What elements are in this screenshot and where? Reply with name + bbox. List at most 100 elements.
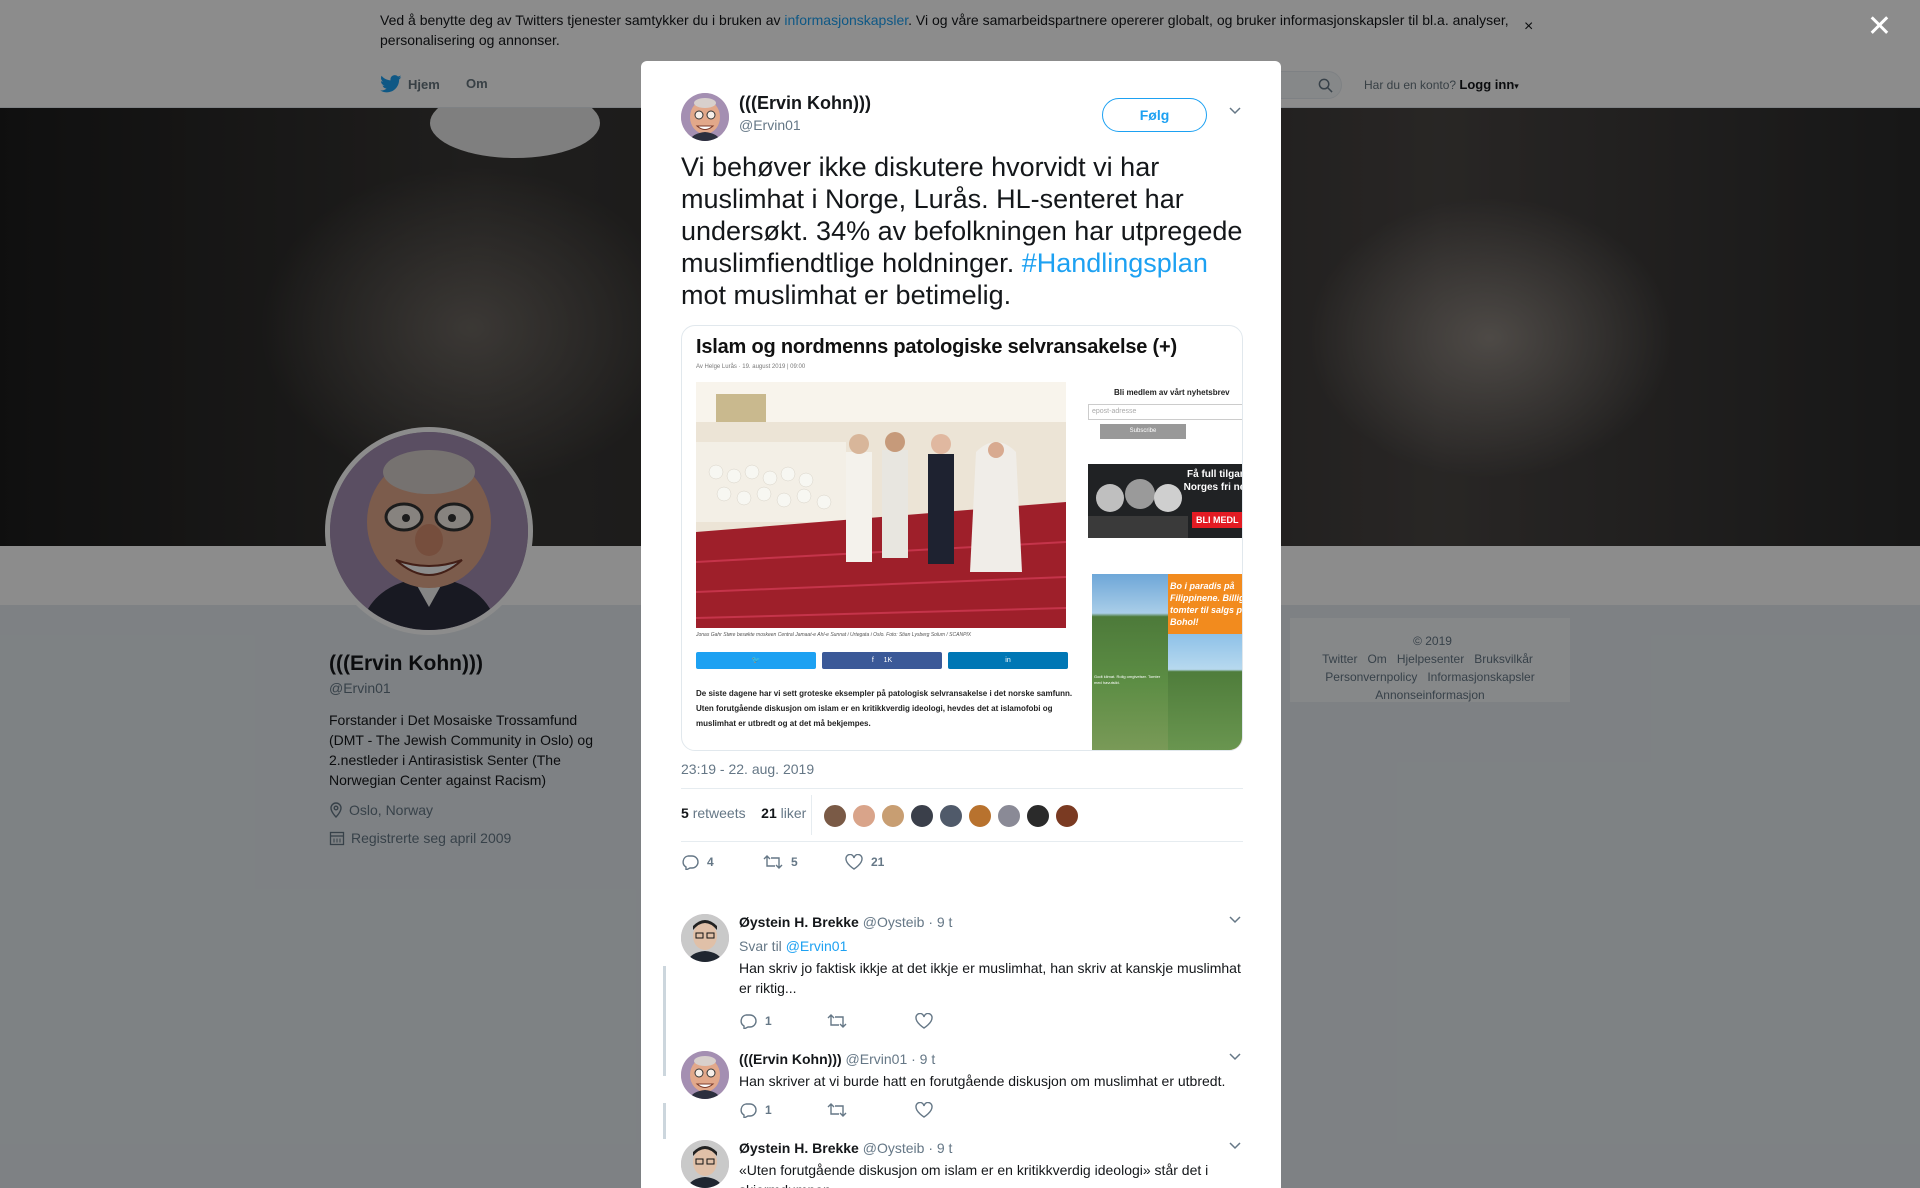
avatar-image bbox=[681, 1051, 729, 1099]
reply-avatar[interactable] bbox=[681, 914, 729, 962]
reply-time[interactable]: · 9 t bbox=[928, 1140, 952, 1156]
linkedin-icon: in bbox=[1005, 657, 1011, 664]
reply-icon bbox=[682, 855, 699, 870]
chevron-down-icon[interactable] bbox=[1229, 1142, 1241, 1150]
liker-avatar[interactable] bbox=[997, 804, 1021, 828]
reply-actions: 1 bbox=[739, 1102, 1003, 1118]
liker-avatar[interactable] bbox=[852, 804, 876, 828]
reply-button[interactable]: 1 bbox=[739, 1102, 827, 1118]
tweet-actions: 4 5 21 bbox=[681, 854, 927, 870]
facebook-icon: f bbox=[871, 657, 874, 664]
card-advert-text: Få full tilgang Norges fri nett bbox=[1183, 469, 1242, 493]
mosque-photo bbox=[696, 382, 1066, 628]
advert-landscape-photo-2 bbox=[1168, 634, 1242, 750]
divider bbox=[811, 795, 812, 835]
follow-button[interactable]: Følg bbox=[1102, 98, 1207, 132]
like-count: 21 bbox=[871, 855, 885, 869]
liker-avatar[interactable] bbox=[1055, 804, 1079, 828]
facebook-share-count: 1K bbox=[883, 657, 893, 664]
retweet-stat-count[interactable]: 5 bbox=[681, 805, 689, 821]
thread-line bbox=[663, 966, 666, 1076]
heart-icon bbox=[845, 854, 863, 870]
liker-avatar[interactable] bbox=[939, 804, 963, 828]
reply-tweet[interactable]: Øystein H. Brekke @Oysteib · 9 t Svar ti… bbox=[681, 914, 1251, 1044]
liker-avatar[interactable] bbox=[823, 804, 847, 828]
avatar-image bbox=[681, 914, 729, 962]
reply-header: (((Ervin Kohn))) @Ervin01 · 9 t bbox=[739, 1051, 935, 1067]
retweet-button[interactable]: 5 bbox=[763, 854, 845, 870]
reply-author-handle[interactable]: @Ervin01 bbox=[846, 1051, 908, 1067]
tweet-timestamp[interactable]: 23:19 - 22. aug. 2019 bbox=[681, 761, 814, 777]
reply-count: 1 bbox=[765, 1103, 772, 1117]
card-photo-caption: Jonas Gahr Støre besøkte moskeen Central… bbox=[696, 632, 972, 638]
divider bbox=[681, 788, 1243, 789]
reply-button[interactable]: 1 bbox=[739, 1013, 827, 1029]
reply-text: Han skriver at vi burde hatt en forutgåe… bbox=[739, 1073, 1226, 1089]
tweet-author-handle[interactable]: @Ervin01 bbox=[739, 117, 801, 133]
avatar-image bbox=[681, 1140, 729, 1188]
tweet-text-end: mot muslimhat er betimelig. bbox=[681, 280, 1012, 310]
reply-time[interactable]: · 9 t bbox=[928, 914, 952, 930]
reply-author-handle[interactable]: @Oysteib bbox=[863, 914, 925, 930]
retweet-button[interactable] bbox=[827, 1102, 915, 1118]
card-advert-philippines: Bo i paradis på Filippinene. Billige tom… bbox=[1092, 574, 1243, 750]
card-advert-text-2: Bo i paradis på Filippinene. Billige tom… bbox=[1170, 581, 1243, 627]
hashtag-link[interactable]: #Handlingsplan bbox=[1022, 248, 1208, 278]
chevron-down-icon[interactable] bbox=[1229, 916, 1241, 924]
tweet-author-avatar[interactable] bbox=[681, 93, 729, 141]
heart-icon bbox=[915, 1102, 933, 1118]
retweet-icon bbox=[763, 855, 783, 869]
like-button[interactable]: 21 bbox=[845, 854, 927, 870]
chevron-down-icon[interactable] bbox=[1229, 1053, 1241, 1061]
card-photo bbox=[696, 382, 1066, 628]
divider bbox=[681, 841, 1243, 842]
heart-icon bbox=[915, 1013, 933, 1029]
retweet-stat-label[interactable]: retweets bbox=[693, 805, 746, 821]
advert-landscape-photo bbox=[1092, 574, 1168, 750]
close-icon[interactable]: ✕ bbox=[1867, 12, 1892, 42]
like-button[interactable] bbox=[915, 1102, 1003, 1118]
reply-count: 1 bbox=[765, 1014, 772, 1028]
reply-avatar[interactable] bbox=[681, 1140, 729, 1188]
tweet-author-name[interactable]: (((Ervin Kohn))) bbox=[739, 93, 871, 114]
card-share-twitter-button: 🐦 bbox=[696, 652, 816, 669]
reply-to-handle[interactable]: @Ervin01 bbox=[786, 938, 848, 954]
like-stat-label[interactable]: liker bbox=[781, 805, 807, 821]
reply-tweet[interactable]: Øystein H. Brekke @Oysteib · 9 t «Uten f… bbox=[681, 1140, 1251, 1188]
twitter-icon: 🐦 bbox=[751, 657, 761, 664]
reply-author-name[interactable]: Øystein H. Brekke bbox=[739, 1140, 859, 1156]
reply-to-label: Svar til bbox=[739, 938, 782, 954]
liker-avatar[interactable] bbox=[968, 804, 992, 828]
retweet-button[interactable] bbox=[827, 1013, 915, 1029]
reply-icon bbox=[740, 1103, 757, 1118]
like-stat-count[interactable]: 21 bbox=[761, 805, 777, 821]
reply-icon bbox=[740, 1014, 757, 1029]
liker-avatar[interactable] bbox=[881, 804, 905, 828]
reply-author-handle[interactable]: @Oysteib bbox=[863, 1140, 925, 1156]
card-email-field: epost-adresse bbox=[1088, 404, 1242, 420]
like-button[interactable] bbox=[915, 1013, 1003, 1029]
reply-time[interactable]: · 9 t bbox=[911, 1051, 935, 1067]
reply-button[interactable]: 4 bbox=[681, 854, 763, 870]
card-share-linkedin-button: in bbox=[948, 652, 1068, 669]
reply-tweet[interactable]: (((Ervin Kohn))) @Ervin01 · 9 t Han skri… bbox=[681, 1051, 1251, 1131]
card-advert-fineprint: Godt klimat. Rolig omgivelser. Tomter me… bbox=[1094, 674, 1161, 685]
retweet-icon bbox=[827, 1014, 847, 1028]
card-headline: Islam og nordmenns patologiske selvransa… bbox=[696, 336, 1177, 358]
reply-author-name[interactable]: Øystein H. Brekke bbox=[739, 914, 859, 930]
tweet-media-image[interactable]: Islam og nordmenns patologiske selvransa… bbox=[681, 325, 1243, 751]
reply-author-name[interactable]: (((Ervin Kohn))) bbox=[739, 1051, 842, 1067]
reply-actions: 1 bbox=[739, 1013, 1003, 1029]
chevron-down-icon[interactable] bbox=[1229, 107, 1241, 115]
liker-avatar[interactable] bbox=[910, 804, 934, 828]
avatar-image bbox=[681, 93, 729, 141]
reply-header: Øystein H. Brekke @Oysteib · 9 t bbox=[739, 1140, 952, 1156]
card-byline: Av Helge Lurås · 19. august 2019 | 09:00 bbox=[696, 364, 806, 370]
reply-text: Han skriv jo faktisk ikkje at det ikkje … bbox=[739, 960, 1241, 996]
reply-header: Øystein H. Brekke @Oysteib · 9 t bbox=[739, 914, 952, 930]
liker-avatar[interactable] bbox=[1026, 804, 1050, 828]
reply-avatar[interactable] bbox=[681, 1051, 729, 1099]
reply-text: «Uten forutgående diskusjon om islam er … bbox=[739, 1162, 1209, 1188]
card-newsletter-title: Bli medlem av vårt nyhetsbrev bbox=[1114, 388, 1230, 397]
reply-count: 4 bbox=[707, 855, 714, 869]
